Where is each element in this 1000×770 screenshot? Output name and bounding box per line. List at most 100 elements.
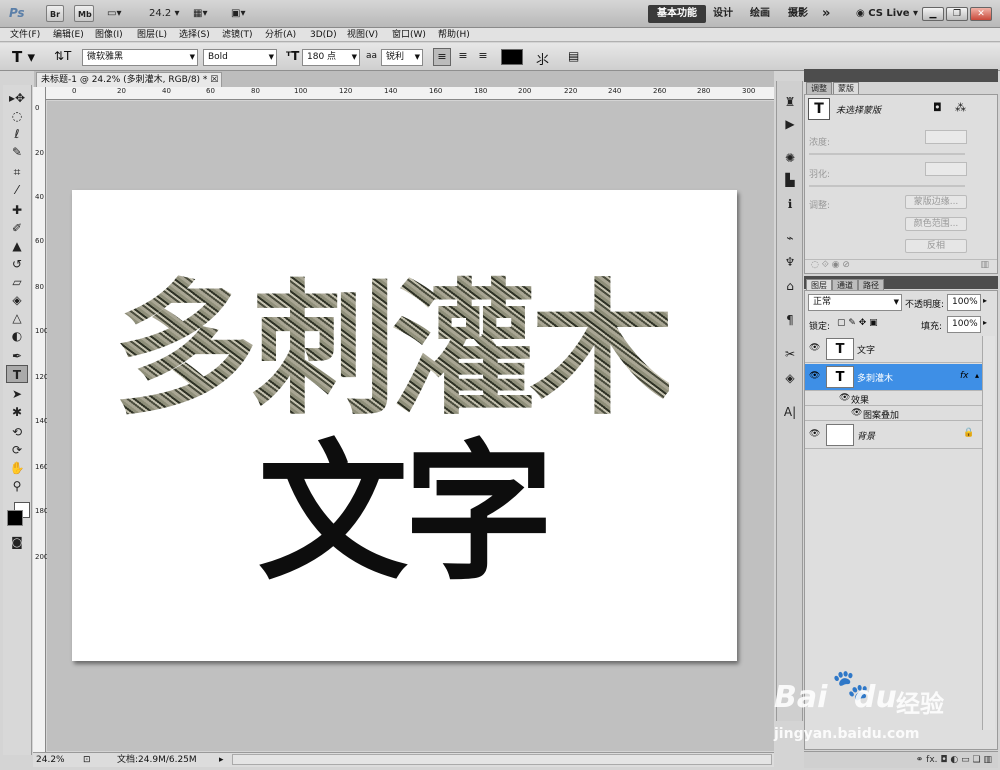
- document-tab[interactable]: 未标题-1 @ 24.2% (多刺灌木, RGB/8) * ☒: [36, 72, 222, 87]
- clone-stamp-tool-icon[interactable]: ▲: [6, 237, 28, 255]
- warp-text-icon[interactable]: ⺢: [536, 49, 549, 68]
- menu-image[interactable]: 图像(I): [95, 28, 123, 42]
- character-panel-icon[interactable]: A|: [781, 403, 799, 421]
- new-layer-icon[interactable]: ❑: [973, 755, 981, 765]
- quick-mask-icon[interactable]: ◙: [6, 533, 28, 551]
- mask-select-icon[interactable]: ◘: [933, 101, 942, 114]
- layer-row[interactable]: 👁 T 文字: [805, 336, 983, 363]
- status-zoom-icon[interactable]: ⊡: [83, 753, 91, 767]
- black-text-layer[interactable]: 文字: [258, 432, 554, 597]
- font-size-select[interactable]: 180 点 ▼: [302, 49, 360, 66]
- brush-presets-icon[interactable]: ⌁: [781, 229, 799, 247]
- hand-tool-icon[interactable]: ✋: [6, 459, 28, 477]
- zoom-level-select[interactable]: 24.2 ▾: [146, 5, 182, 22]
- menu-filter[interactable]: 滤镜(T): [222, 28, 253, 42]
- restore-button[interactable]: ❐: [946, 7, 968, 21]
- menu-window[interactable]: 窗口(W): [392, 28, 426, 42]
- font-style-select[interactable]: Bold ▼: [203, 49, 277, 66]
- menu-3d[interactable]: 3D(D): [310, 28, 337, 42]
- type-tool-icon[interactable]: T: [6, 365, 28, 383]
- visibility-eye-icon[interactable]: 👁: [809, 371, 820, 381]
- trash-icon[interactable]: ▥: [980, 260, 989, 270]
- workspace-essentials-button[interactable]: 基本功能: [648, 5, 706, 23]
- align-left-button[interactable]: ≡: [433, 48, 451, 66]
- zoom-tool-icon[interactable]: ⚲: [6, 477, 28, 495]
- align-center-button[interactable]: ≡: [454, 48, 472, 66]
- effects-row[interactable]: 👁 效果: [805, 392, 983, 406]
- history-panel-icon[interactable]: ♜: [781, 93, 799, 111]
- apply-mask-icon[interactable]: ◉: [832, 260, 840, 270]
- fx-icon[interactable]: fx: [960, 371, 969, 381]
- menu-file[interactable]: 文件(F): [10, 28, 40, 42]
- 3d-rotate-tool-icon[interactable]: ⟲: [6, 423, 28, 441]
- navigator-panel-icon[interactable]: ✺: [781, 149, 799, 167]
- pattern-overlay-row[interactable]: 👁 图案叠加: [805, 407, 983, 421]
- 3d-orbit-tool-icon[interactable]: ⟳: [6, 441, 28, 459]
- fill-arrow-icon[interactable]: ▸: [983, 318, 987, 327]
- quick-select-tool-icon[interactable]: ✎: [6, 143, 28, 161]
- tool-presets-icon[interactable]: ⌂: [781, 277, 799, 295]
- menu-view[interactable]: 视图(V): [347, 28, 378, 42]
- bridge-button[interactable]: Br: [46, 5, 64, 22]
- more-workspaces-icon[interactable]: »: [822, 5, 830, 23]
- screen-mode-icon[interactable]: ▣▾: [228, 5, 248, 22]
- foreground-color-swatch[interactable]: [7, 510, 23, 526]
- color-range-button[interactable]: 颜色范围...: [905, 217, 967, 231]
- blur-tool-icon[interactable]: △: [6, 309, 28, 327]
- shape-tool-icon[interactable]: ✱: [6, 403, 28, 421]
- crop-tool-icon[interactable]: ⌗: [6, 163, 28, 181]
- mini-bridge-button[interactable]: Mb: [74, 5, 94, 22]
- close-icon[interactable]: ☒: [210, 75, 218, 85]
- info-panel-icon[interactable]: ℹ: [781, 195, 799, 213]
- menu-layer[interactable]: 图层(L): [137, 28, 167, 42]
- mask-edge-button[interactable]: 蒙版边缘...: [905, 195, 967, 209]
- menu-select[interactable]: 选择(S): [179, 28, 210, 42]
- effects-eye-icon[interactable]: 👁: [839, 393, 850, 403]
- visibility-eye-icon[interactable]: 👁: [809, 343, 820, 353]
- close-button[interactable]: ✕: [970, 7, 992, 21]
- histogram-panel-icon[interactable]: ▙: [781, 171, 799, 189]
- arrange-documents-icon[interactable]: ▦▾: [190, 5, 210, 22]
- pattern-eye-icon[interactable]: 👁: [851, 408, 862, 418]
- dodge-tool-icon[interactable]: ◐: [6, 327, 28, 345]
- cs-live-button[interactable]: ◉ CS Live ▾: [856, 5, 918, 23]
- delete-layer-icon[interactable]: ▥: [983, 755, 992, 765]
- character-panel-icon[interactable]: ▤: [568, 49, 579, 63]
- invert-button[interactable]: 反相: [905, 239, 967, 253]
- path-selection-tool-icon[interactable]: ➤: [6, 385, 28, 403]
- disable-mask-icon[interactable]: ⊘: [842, 260, 850, 270]
- horizontal-scrollbar[interactable]: [232, 754, 772, 765]
- history-brush-tool-icon[interactable]: ↺: [6, 255, 28, 273]
- view-extras-icon[interactable]: ▭▾: [104, 5, 124, 22]
- workspace-painting-button[interactable]: 绘画: [750, 5, 770, 23]
- workspace-photography-button[interactable]: 摄影: [788, 5, 808, 23]
- antialias-select[interactable]: 锐利 ▼: [381, 49, 423, 66]
- marquee-tool-icon[interactable]: ◌: [6, 107, 28, 125]
- menu-edit[interactable]: 编辑(E): [53, 28, 84, 42]
- fill-input[interactable]: 100%: [947, 316, 981, 333]
- text-color-swatch[interactable]: [501, 49, 523, 65]
- clone-source-icon[interactable]: ♆: [781, 253, 799, 271]
- paragraph-panel-icon[interactable]: ¶: [781, 311, 799, 329]
- actions-panel-icon[interactable]: ▶: [781, 115, 799, 133]
- styles-panel-icon[interactable]: ◈: [781, 369, 799, 387]
- expand-effects-icon[interactable]: ▴: [975, 371, 979, 380]
- blend-mode-select[interactable]: 正常 ▼: [808, 294, 902, 311]
- opacity-input[interactable]: 100%: [947, 294, 981, 311]
- layers-scrollbar[interactable]: [982, 336, 995, 730]
- menu-help[interactable]: 帮助(H): [438, 28, 470, 42]
- healing-brush-tool-icon[interactable]: ✚: [6, 201, 28, 219]
- type-tool-preset-icon[interactable]: T ▾: [12, 48, 35, 66]
- tab-masks[interactable]: 蒙版: [833, 82, 859, 94]
- eyedropper-tool-icon[interactable]: ⁄: [6, 181, 28, 199]
- mask-vector-icon[interactable]: ⁂: [955, 101, 966, 114]
- font-family-select[interactable]: 微软雅黑 ▼: [82, 49, 198, 66]
- visibility-eye-icon[interactable]: 👁: [809, 429, 820, 439]
- layer-row-selected[interactable]: 👁 T 多刺灌木 fx ▴: [805, 364, 983, 391]
- lasso-tool-icon[interactable]: ℓ: [6, 125, 28, 143]
- menu-analysis[interactable]: 分析(A): [265, 28, 296, 42]
- minimize-button[interactable]: ▁: [922, 7, 944, 21]
- status-zoom[interactable]: 24.2%: [36, 753, 65, 767]
- tab-adjustments[interactable]: 调整: [806, 82, 832, 94]
- align-right-button[interactable]: ≡: [474, 48, 492, 66]
